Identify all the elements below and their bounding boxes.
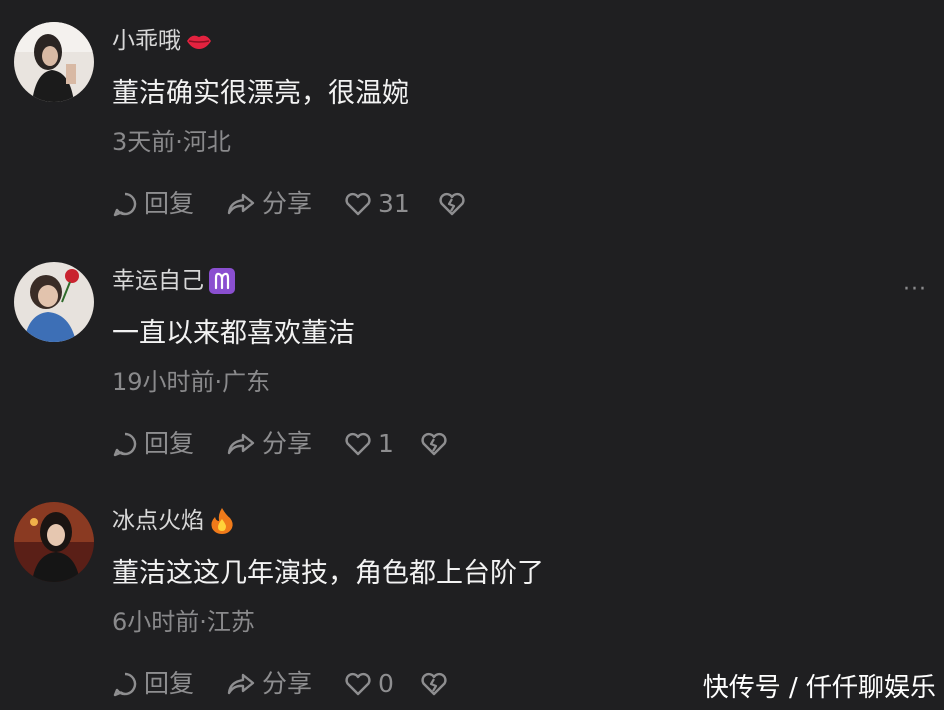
lips-icon <box>185 27 213 55</box>
reply-icon <box>113 192 137 217</box>
reply-button[interactable]: 回复 <box>112 666 226 702</box>
comment-actions: 回复 分享 1 <box>112 426 448 462</box>
reply-button[interactable]: 回复 <box>112 426 226 462</box>
heart-icon <box>345 432 371 456</box>
like-count: 0 <box>378 669 394 698</box>
reply-icon <box>113 672 137 697</box>
dislike-button[interactable] <box>420 672 448 696</box>
comment-actions: 回复 分享 0 <box>112 666 448 702</box>
comment-text: 董洁这这几年演技，角色都上台阶了 <box>112 558 544 589</box>
comment-text: 董洁确实很漂亮，很温婉 <box>112 78 409 109</box>
like-button[interactable]: 31 <box>344 186 438 222</box>
user-header: 小乖哦 <box>112 24 213 58</box>
reply-icon <box>113 432 137 457</box>
user-header: 幸运自己 <box>112 264 236 298</box>
like-count: 31 <box>378 189 410 218</box>
broken-heart-icon <box>421 432 447 456</box>
share-icon <box>227 193 255 215</box>
avatar-image <box>14 22 94 102</box>
comment-actions: 回复 分享 31 <box>112 186 466 222</box>
broken-heart-icon <box>439 192 465 216</box>
comment-item: 幸运自己 ··· 一直以来都喜欢董洁 19小时前·广东 回复 分享 1 <box>0 262 944 472</box>
reply-label: 回复 <box>144 669 195 698</box>
watermark: 快传号 / 仟仟聊娱乐 <box>702 673 936 703</box>
share-label: 分享 <box>262 429 313 458</box>
more-options-button[interactable]: ··· <box>900 279 930 301</box>
avatar-image <box>14 502 94 582</box>
reply-label: 回复 <box>144 189 195 218</box>
like-count: 1 <box>378 429 394 458</box>
fire-icon <box>208 507 236 535</box>
comment-meta: 6小时前·江苏 <box>112 608 255 636</box>
share-button[interactable]: 分享 <box>226 426 344 462</box>
avatar[interactable] <box>14 502 94 582</box>
comment-item: 小乖哦 董洁确实很漂亮，很温婉 3天前·河北 回复 分享 31 <box>0 22 944 232</box>
user-header: 冰点火焰 <box>112 504 236 538</box>
heart-icon <box>345 672 371 696</box>
dislike-button[interactable] <box>438 192 466 216</box>
share-button[interactable]: 分享 <box>226 666 344 702</box>
heart-icon <box>345 192 371 216</box>
avatar[interactable] <box>14 262 94 342</box>
username[interactable]: 冰点火焰 <box>112 504 204 538</box>
share-icon <box>227 433 255 455</box>
share-icon <box>227 673 255 695</box>
username[interactable]: 幸运自己 <box>112 264 204 298</box>
comment-meta: 19小时前·广东 <box>112 368 271 396</box>
reply-label: 回复 <box>144 429 195 458</box>
dislike-button[interactable] <box>420 432 448 456</box>
broken-heart-icon <box>421 672 447 696</box>
reply-button[interactable]: 回复 <box>112 186 226 222</box>
share-label: 分享 <box>262 189 313 218</box>
share-label: 分享 <box>262 669 313 698</box>
share-button[interactable]: 分享 <box>226 186 344 222</box>
like-button[interactable]: 1 <box>344 426 420 462</box>
avatar[interactable] <box>14 22 94 102</box>
username[interactable]: 小乖哦 <box>112 24 181 58</box>
comment-text: 一直以来都喜欢董洁 <box>112 318 355 349</box>
avatar-image <box>14 262 94 342</box>
aries-icon <box>208 267 236 295</box>
like-button[interactable]: 0 <box>344 666 420 702</box>
comment-meta: 3天前·河北 <box>112 128 231 156</box>
